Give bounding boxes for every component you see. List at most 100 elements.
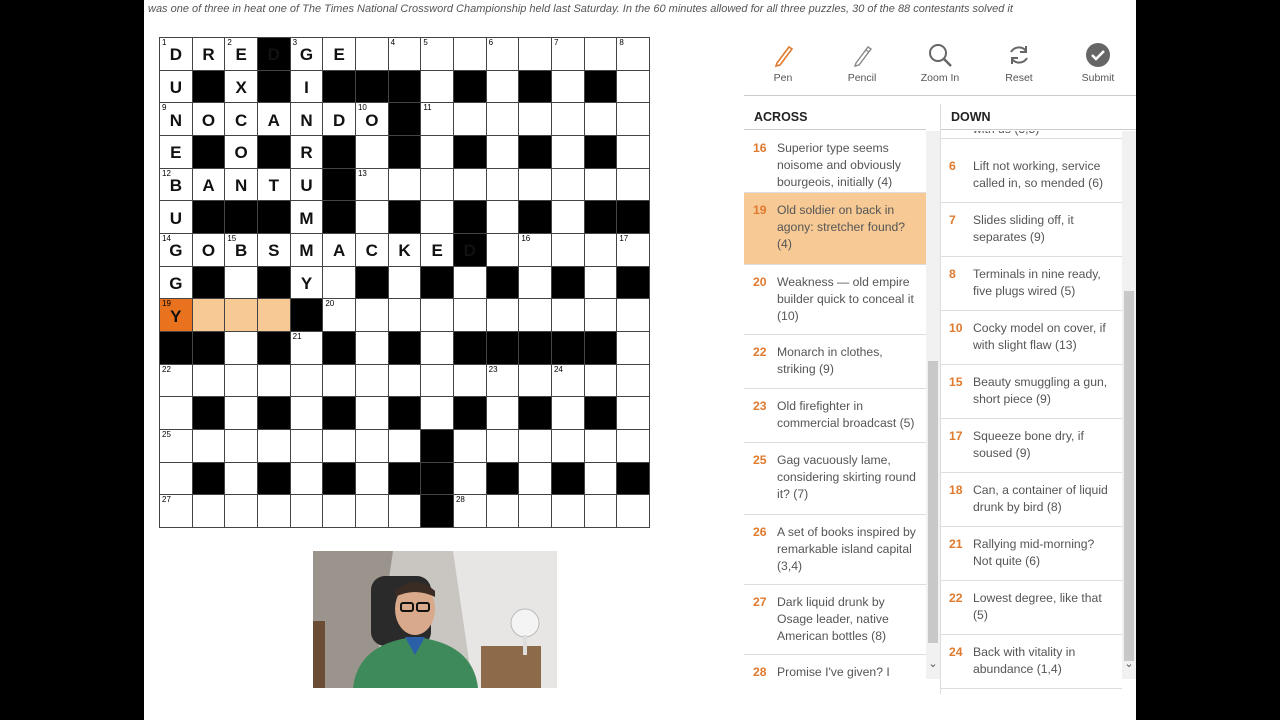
grid-cell[interactable] — [192, 299, 225, 331]
grid-cell[interactable] — [421, 201, 453, 233]
down-clue-partial[interactable]: with us (3,5) — [940, 131, 1122, 139]
grid-cell[interactable] — [486, 233, 519, 266]
grid-cell[interactable]: N — [225, 168, 257, 201]
grid-cell[interactable] — [192, 495, 225, 527]
across-clue-28[interactable]: 28 Promise I've given? I — [744, 655, 926, 691]
grid-cell[interactable] — [355, 299, 388, 331]
grid-cell[interactable] — [584, 266, 617, 299]
grid-cell[interactable] — [617, 495, 649, 527]
grid-cell[interactable] — [160, 462, 192, 495]
grid-cell[interactable] — [355, 364, 388, 397]
grid-cell[interactable] — [453, 38, 486, 70]
grid-cell[interactable] — [486, 70, 519, 103]
grid-cell[interactable] — [519, 299, 551, 331]
pencil-button[interactable]: Pencil — [827, 40, 897, 84]
down-clue-6[interactable]: 6 Lift not working, service called in, so… — [940, 149, 1122, 203]
grid-cell[interactable] — [486, 103, 519, 135]
grid-cell[interactable] — [486, 168, 519, 201]
across-clue-23[interactable]: 23 Old firefighter in commercial broadcas… — [744, 389, 926, 443]
grid-cell[interactable] — [486, 495, 519, 527]
grid-cell[interactable] — [290, 397, 323, 429]
grid-cell[interactable] — [355, 135, 388, 168]
grid-cell[interactable]: 20 — [323, 299, 355, 331]
grid-cell[interactable] — [160, 397, 192, 429]
down-clue-7[interactable]: 7 Slides sliding off, it separates (9) — [940, 203, 1122, 257]
grid-cell[interactable]: C — [225, 103, 257, 135]
grid-cell[interactable] — [551, 299, 584, 331]
grid-cell[interactable]: N — [290, 103, 323, 135]
pen-button[interactable]: Pen — [748, 40, 818, 84]
grid-cell[interactable] — [355, 331, 388, 364]
grid-cell[interactable]: C — [355, 233, 388, 266]
grid-cell[interactable] — [453, 168, 486, 201]
grid-cell[interactable]: A — [257, 103, 290, 135]
grid-cell[interactable]: E — [323, 38, 355, 70]
grid-cell[interactable]: O — [225, 135, 257, 168]
grid-cell[interactable]: 3G — [290, 38, 323, 70]
grid-cell[interactable] — [225, 397, 257, 429]
grid-cell[interactable] — [551, 201, 584, 233]
down-clue-18[interactable]: 18 Can, a container of liquid drunk by bi… — [940, 473, 1122, 527]
grid-cell[interactable]: Y — [290, 266, 323, 299]
grid-cell[interactable] — [225, 331, 257, 364]
down-clue-22[interactable]: 22 Lowest degree, like that (5) — [940, 581, 1122, 635]
grid-cell[interactable] — [421, 168, 453, 201]
grid-cell[interactable] — [453, 364, 486, 397]
grid-cell[interactable] — [584, 233, 617, 266]
grid-cell[interactable] — [617, 331, 649, 364]
grid-cell[interactable]: M — [290, 233, 323, 266]
grid-cell[interactable] — [486, 299, 519, 331]
grid-cell[interactable] — [421, 364, 453, 397]
grid-cell[interactable] — [355, 462, 388, 495]
grid-cell[interactable]: K — [388, 233, 421, 266]
grid-cell[interactable] — [388, 429, 421, 462]
down-clue-8[interactable]: 8 Terminals in nine ready, five plugs wir… — [940, 257, 1122, 311]
grid-cell[interactable]: 1D — [160, 38, 192, 70]
across-scrollbar[interactable]: ⌄ — [926, 131, 940, 679]
grid-cell[interactable] — [323, 429, 355, 462]
across-clue-20[interactable]: 20 Weakness — old empire builder quick to… — [744, 265, 926, 335]
grid-cell[interactable] — [421, 135, 453, 168]
grid-cell[interactable] — [551, 168, 584, 201]
submit-button[interactable]: Submit — [1063, 40, 1133, 84]
grid-cell[interactable] — [421, 70, 453, 103]
grid-cell[interactable]: 11 — [421, 103, 453, 135]
grid-cell[interactable]: I — [290, 70, 323, 103]
grid-cell[interactable] — [257, 299, 290, 331]
grid-cell[interactable] — [192, 429, 225, 462]
grid-cell[interactable]: G — [160, 266, 192, 299]
across-clue-16[interactable]: 16 Superior type seems noisome and obviou… — [744, 131, 926, 193]
grid-cell[interactable] — [551, 103, 584, 135]
grid-cell[interactable]: 23 — [486, 364, 519, 397]
grid-cell[interactable] — [486, 429, 519, 462]
grid-cell[interactable]: M — [290, 201, 323, 233]
grid-cell[interactable] — [486, 201, 519, 233]
grid-cell[interactable] — [519, 168, 551, 201]
grid-cell[interactable]: 8 — [617, 38, 649, 70]
grid-cell[interactable] — [617, 103, 649, 135]
grid-cell[interactable] — [617, 397, 649, 429]
down-clue-17[interactable]: 17 Squeeze bone dry, if soused (9) — [940, 419, 1122, 473]
grid-cell[interactable] — [225, 495, 257, 527]
grid-cell[interactable]: 7 — [551, 38, 584, 70]
grid-cell[interactable]: 15 B — [225, 233, 257, 266]
grid-cell[interactable]: U — [160, 70, 192, 103]
grid-cell[interactable] — [257, 429, 290, 462]
grid-cell[interactable] — [486, 135, 519, 168]
grid-cell[interactable]: X — [225, 70, 257, 103]
grid-cell[interactable] — [519, 364, 551, 397]
grid-cell[interactable] — [551, 495, 584, 527]
across-clue-26[interactable]: 26 A set of books inspired by remarkable … — [744, 515, 926, 585]
grid-cell[interactable] — [257, 364, 290, 397]
grid-cell[interactable] — [519, 266, 551, 299]
grid-cell[interactable] — [551, 397, 584, 429]
grid-cell[interactable] — [551, 135, 584, 168]
grid-cell[interactable]: 22 — [160, 364, 192, 397]
down-scroll-down-arrow[interactable]: ⌄ — [1122, 657, 1136, 670]
grid-cell[interactable] — [519, 429, 551, 462]
grid-cell[interactable]: 10 O — [355, 103, 388, 135]
grid-cell[interactable] — [421, 331, 453, 364]
grid-cell[interactable] — [453, 462, 486, 495]
grid-cell[interactable] — [551, 70, 584, 103]
grid-cell[interactable] — [388, 495, 421, 527]
